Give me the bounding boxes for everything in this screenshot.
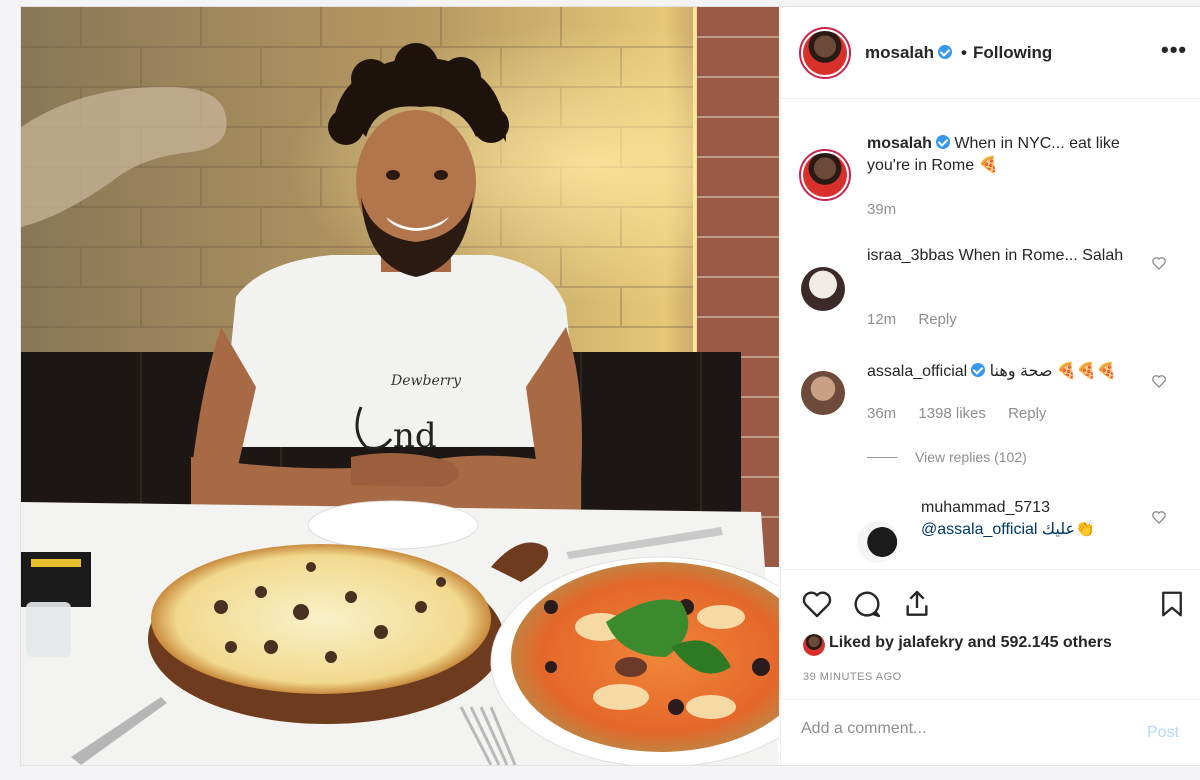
comment-body: صحة وهنا 🍕🍕🍕: [989, 363, 1117, 380]
comment-text: israa_3bbas When in Rome... Salah: [867, 245, 1147, 267]
reply-body: @assala_official عليك👏: [921, 521, 1095, 538]
post-actions: Liked by jalafekry and 592.145 others 39…: [781, 569, 1200, 699]
reply-button[interactable]: Reply: [1008, 405, 1046, 422]
header-separator: •: [961, 43, 967, 62]
commenter-avatar[interactable]: [801, 371, 845, 415]
comment-likes[interactable]: 1398 likes: [918, 405, 986, 422]
comments-list[interactable]: mosalah When in NYC... eat like you're i…: [781, 99, 1200, 569]
replier-avatar[interactable]: [857, 521, 899, 563]
more-options-icon[interactable]: •••: [1161, 37, 1187, 63]
like-heart-icon[interactable]: [801, 588, 833, 620]
following-button[interactable]: Following: [973, 43, 1052, 63]
author-username[interactable]: mosalah: [865, 43, 952, 63]
verified-badge-icon: [935, 135, 950, 149]
post-photo[interactable]: Dewberry nd: [21, 7, 779, 765]
comment-body: When in Rome... Salah: [958, 247, 1124, 264]
author-avatar[interactable]: [799, 27, 851, 79]
comment-meta: 36m 1398 likes Reply: [867, 405, 1064, 422]
reply-username[interactable]: muhammad_5713: [921, 497, 1161, 519]
caption-time[interactable]: 39m: [867, 201, 896, 218]
comment-username[interactable]: assala_official: [867, 363, 967, 380]
comment-text: assala_official صحة وهنا 🍕🍕🍕: [867, 361, 1157, 383]
verified-badge-icon: [937, 45, 952, 59]
reply-text: muhammad_5713 @assala_official عليك👏: [921, 497, 1161, 541]
liker-avatar[interactable]: [803, 634, 825, 656]
instagram-post: Dewberry nd mosalah • Following ••• mosa…: [20, 6, 1200, 766]
bookmark-icon[interactable]: [1157, 588, 1187, 620]
view-replies-divider: [867, 457, 897, 458]
comment-time[interactable]: 36m: [867, 405, 896, 422]
comment-username[interactable]: israa_3bbas: [867, 247, 954, 264]
reply-button[interactable]: Reply: [918, 311, 956, 328]
caption-text: mosalah When in NYC... eat like you're i…: [867, 133, 1167, 177]
like-reply-heart-icon[interactable]: [1151, 509, 1167, 525]
svg-text:nd: nd: [393, 416, 437, 456]
add-comment-bar: Post: [781, 699, 1200, 765]
like-comment-heart-icon[interactable]: [1151, 255, 1167, 271]
like-comment-heart-icon[interactable]: [1151, 373, 1167, 389]
post-timestamp[interactable]: 39 MINUTES AGO: [803, 671, 902, 683]
post-header: mosalah • Following •••: [781, 7, 1200, 99]
svg-text:Dewberry: Dewberry: [390, 373, 462, 389]
post-photo-illustration: Dewberry nd: [21, 7, 779, 765]
verified-badge-icon: [971, 363, 986, 377]
post-comment-button[interactable]: Post: [1147, 724, 1179, 742]
add-comment-input[interactable]: [801, 720, 1131, 738]
view-replies-button[interactable]: View replies (102): [915, 449, 1027, 465]
commenter-avatar[interactable]: [801, 267, 845, 311]
liked-by-text[interactable]: Liked by jalafekry and 592.145 others: [829, 634, 1112, 652]
comment-meta: 12m Reply: [867, 311, 975, 328]
caption-avatar[interactable]: [799, 149, 851, 201]
comment-bubble-icon[interactable]: [851, 588, 883, 620]
caption-meta: 39m: [867, 201, 914, 218]
post-side-panel: mosalah • Following ••• mosalah When in …: [780, 7, 1200, 765]
comment-time[interactable]: 12m: [867, 311, 896, 328]
share-upload-icon[interactable]: [901, 588, 933, 620]
caption-username[interactable]: mosalah: [867, 135, 932, 152]
